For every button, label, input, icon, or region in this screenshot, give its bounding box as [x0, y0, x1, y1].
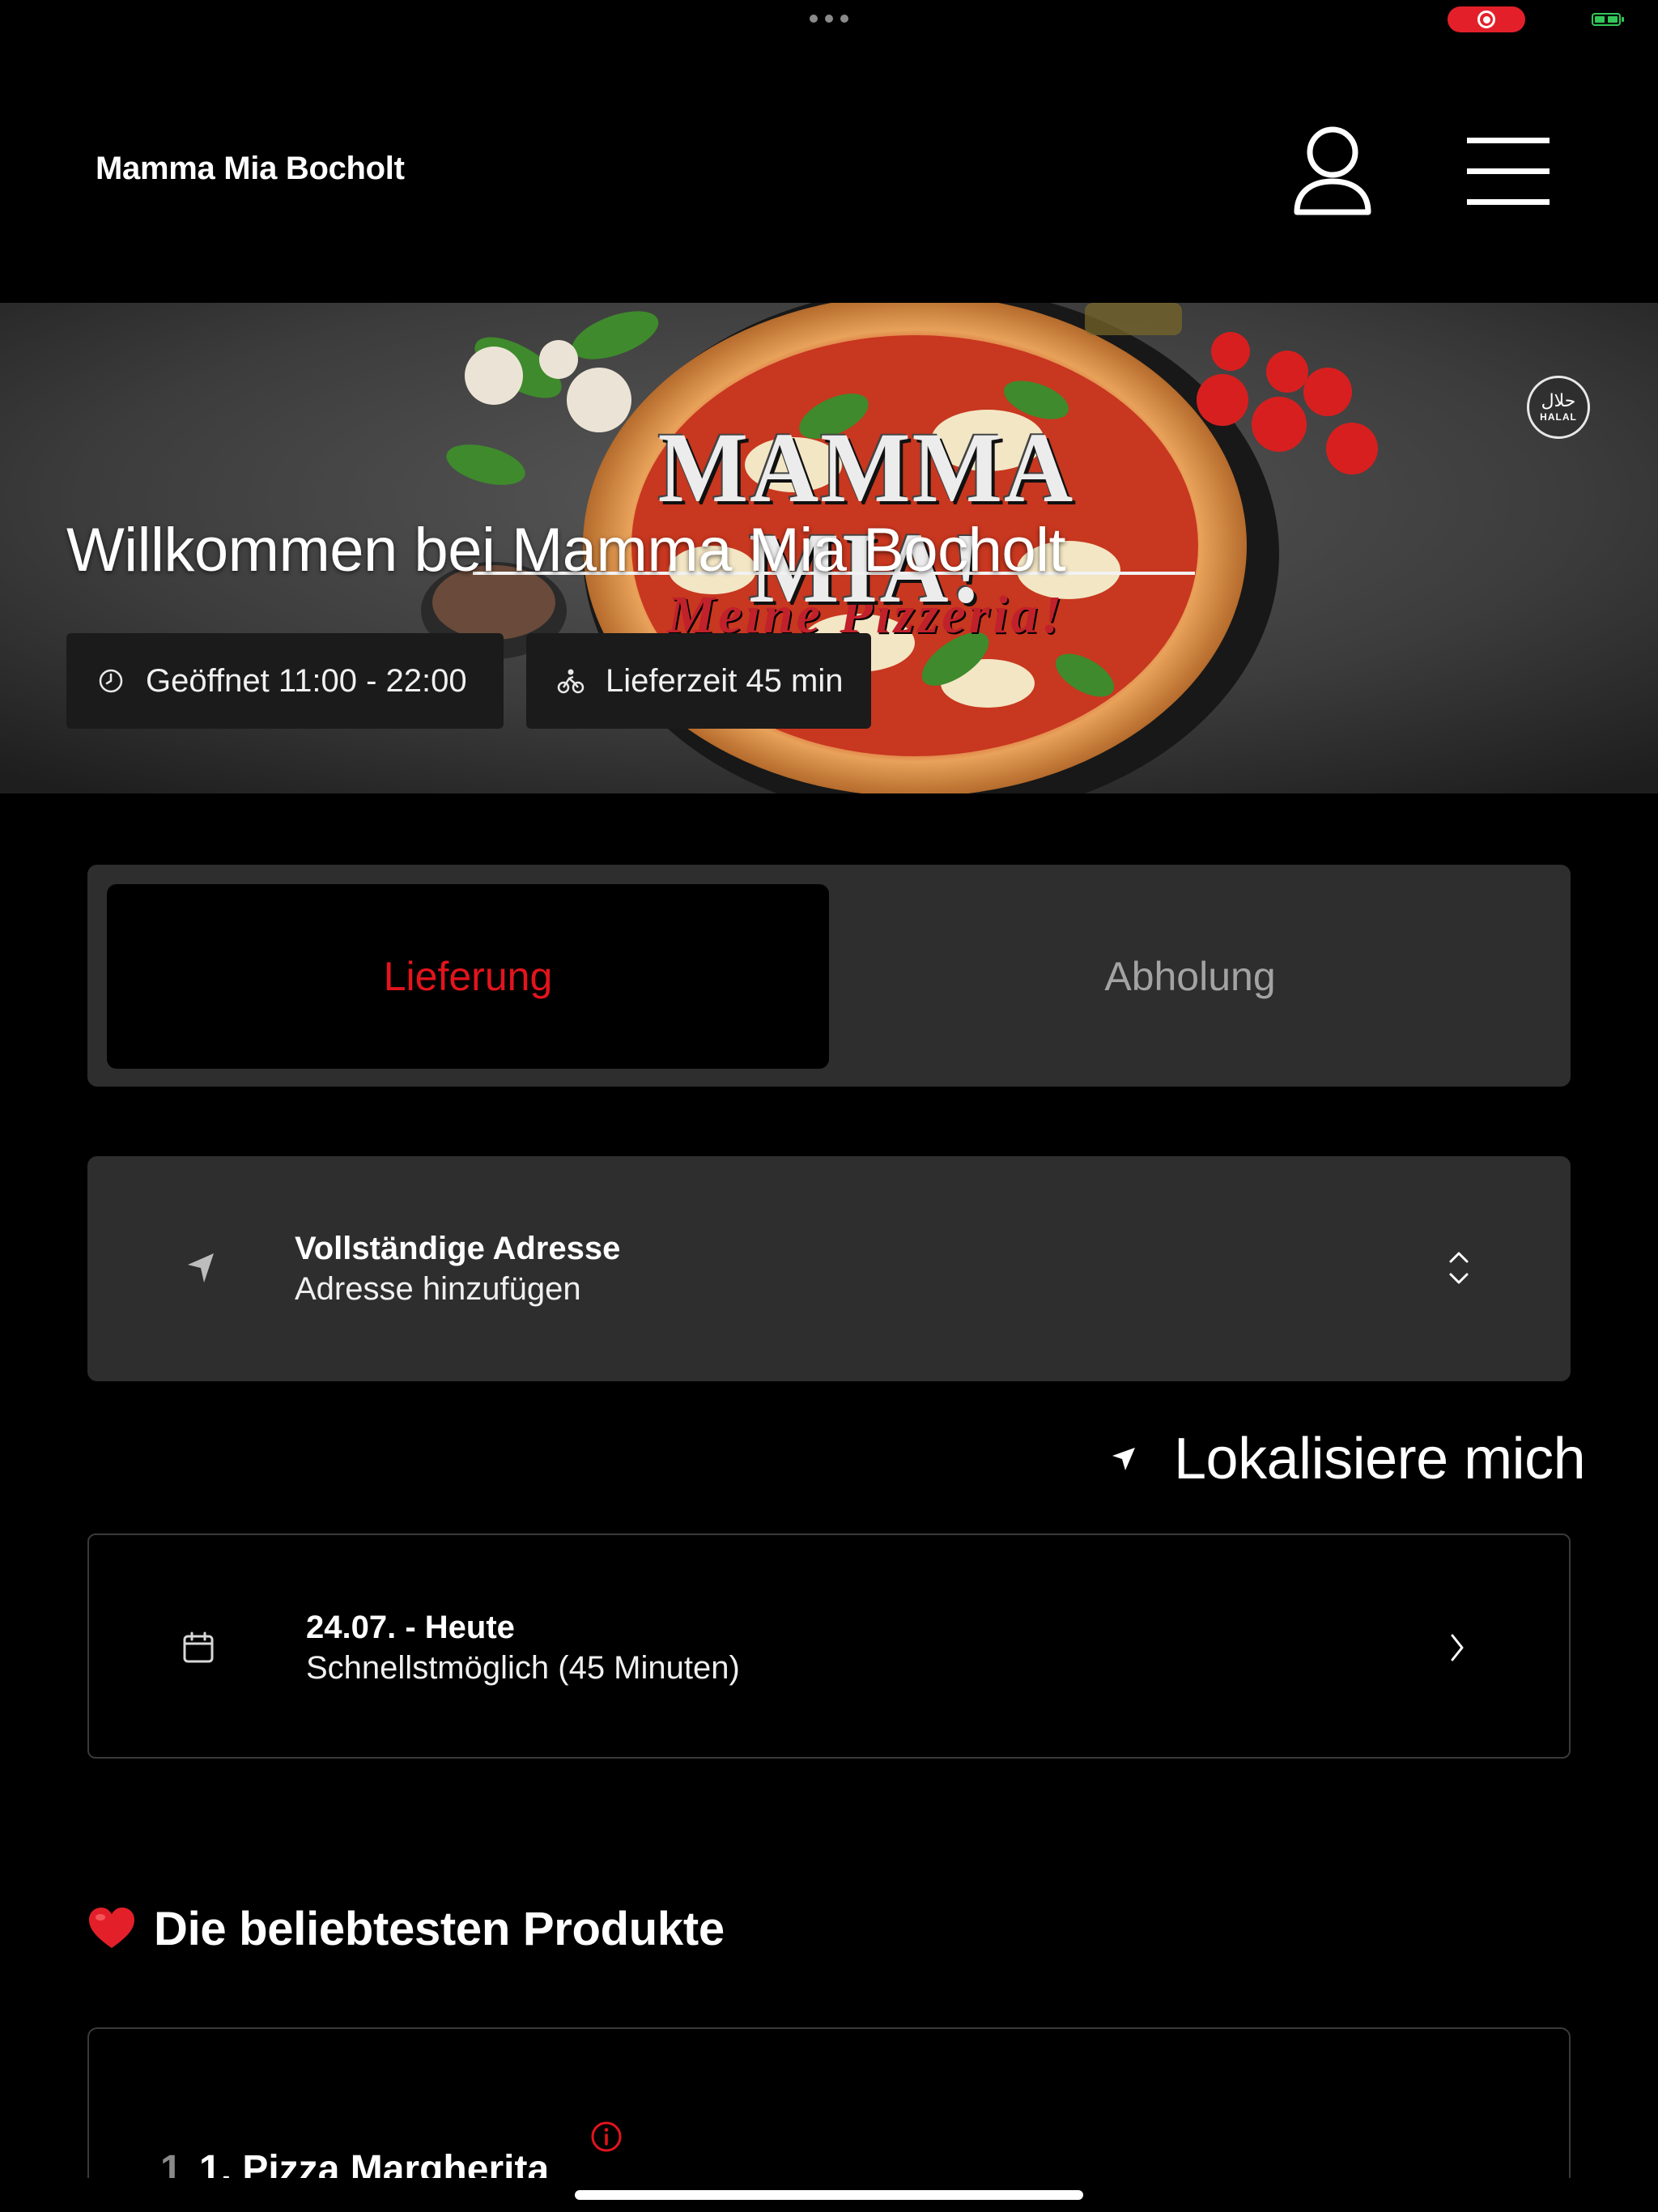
pickup-tab[interactable]: Abholung [829, 884, 1551, 1069]
halal-badge: حلال HALAL [1527, 376, 1590, 439]
battery-icon [1592, 13, 1624, 26]
delivery-time-selector[interactable]: 24.07. - Heute Schnellstmöglich (45 Minu… [87, 1534, 1571, 1759]
address-selector[interactable]: Vollständige Adresse Adresse hinzufügen [87, 1156, 1571, 1381]
opening-hours-label: Geöffnet 11:00 - 22:00 [146, 662, 467, 699]
locate-me-label: Lokalisiere mich [1174, 1427, 1586, 1491]
heart-icon [89, 1908, 134, 1948]
clock-icon [99, 669, 123, 693]
schedule-date: 24.07. - Heute [306, 1610, 515, 1645]
app-root: Mamma Mia Bocholt MAMMA MIA! Meine Pizze… [0, 0, 1658, 2212]
restaurant-title[interactable]: Mamma Mia Bocholt [96, 151, 405, 187]
welcome-heading: Willkommen bei Mamma Mia Bocholt [66, 516, 1066, 585]
schedule-time: Schnellstmöglich (45 Minuten) [306, 1650, 740, 1686]
address-title: Vollständige Adresse [295, 1231, 621, 1266]
multitasking-dots-icon[interactable] [810, 15, 848, 24]
hero-banner: MAMMA MIA! Meine Pizzeria! Willkommen be… [0, 303, 1658, 793]
screen-recording-indicator[interactable] [1448, 6, 1525, 32]
popular-products-heading: Die beliebtesten Produkte [87, 1896, 725, 1961]
address-placeholder: Adresse hinzufügen [295, 1271, 581, 1307]
locate-me-button[interactable]: Lokalisiere mich [1109, 1425, 1586, 1493]
user-icon[interactable] [1292, 125, 1373, 219]
halal-label: HALAL [1540, 411, 1577, 423]
record-icon [1477, 11, 1495, 28]
delivery-tab[interactable]: Lieferung [107, 884, 829, 1069]
opening-hours-chip: Geöffnet 11:00 - 22:00 [66, 633, 504, 729]
home-indicator[interactable] [575, 2190, 1083, 2200]
info-icon[interactable] [589, 2120, 623, 2154]
chevron-right-icon [1451, 1634, 1464, 1661]
delivery-time-chip: Lieferzeit 45 min [526, 633, 871, 729]
delivery-time-label: Lieferzeit 45 min [606, 662, 844, 699]
halal-arabic-text: حلال [1541, 390, 1576, 411]
navigation-arrow-icon [188, 1253, 214, 1283]
hamburger-menu-icon[interactable] [1467, 136, 1550, 206]
chevron-up-down-icon [1449, 1252, 1469, 1284]
order-mode-toggle: Lieferung Abholung [87, 865, 1571, 1087]
calendar-icon [183, 1631, 214, 1663]
bike-courier-icon [557, 669, 585, 694]
location-arrow-icon [1112, 1448, 1135, 1470]
popular-products-title: Die beliebtesten Produkte [154, 1902, 725, 1955]
